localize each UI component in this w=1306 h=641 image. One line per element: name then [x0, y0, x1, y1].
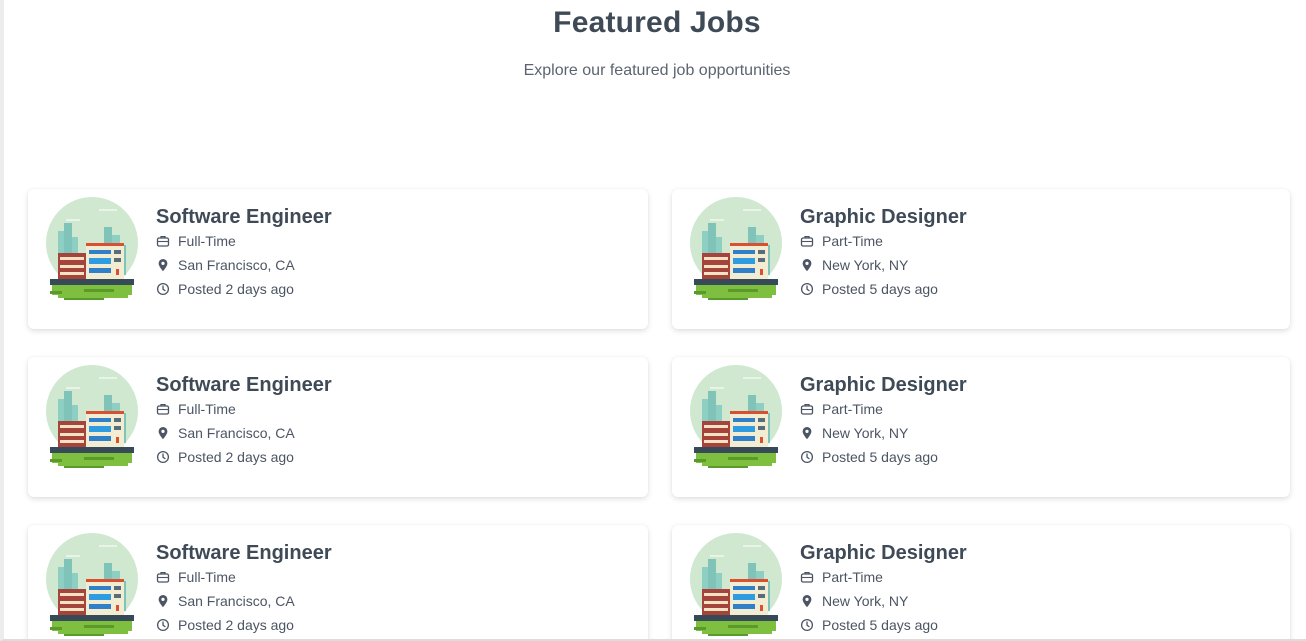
- city-building-illustration: [690, 365, 782, 468]
- job-posted-label: Posted 5 days ago: [822, 281, 938, 297]
- job-title[interactable]: Graphic Designer: [800, 541, 967, 565]
- job-type: Part-Time: [800, 565, 967, 589]
- job-posted: Posted 5 days ago: [800, 277, 967, 301]
- page-subtitle: Explore our featured job opportunities: [523, 62, 791, 79]
- job-card[interactable]: Software Engineer Full-Time San Francisc…: [28, 525, 648, 639]
- job-location: New York, NY: [800, 589, 967, 613]
- briefcase-icon: [800, 235, 814, 247]
- job-type: Full-Time: [156, 565, 332, 589]
- job-posted-label: Posted 5 days ago: [822, 449, 938, 465]
- job-type-label: Part-Time: [822, 233, 883, 249]
- job-type-label: Full-Time: [178, 233, 236, 249]
- job-title[interactable]: Graphic Designer: [800, 205, 967, 229]
- job-card-body: Software Engineer Full-Time San Francisc…: [156, 373, 332, 469]
- job-posted: Posted 2 days ago: [156, 277, 332, 301]
- briefcase-icon: [800, 403, 814, 415]
- job-location: New York, NY: [800, 421, 967, 445]
- city-building-illustration: [690, 533, 782, 636]
- city-building-illustration: [690, 197, 782, 300]
- city-building-illustration: [46, 533, 138, 636]
- clock-icon: [800, 618, 814, 632]
- job-title[interactable]: Graphic Designer: [800, 373, 967, 397]
- job-location: San Francisco, CA: [156, 421, 332, 445]
- page-frame: Featured Jobs Explore our featured job o…: [0, 0, 1306, 641]
- clock-icon: [156, 618, 170, 632]
- job-card[interactable]: Graphic Designer Part-Time New York, NY: [672, 189, 1290, 329]
- city-building-illustration: [46, 197, 138, 300]
- job-location-label: San Francisco, CA: [178, 425, 295, 441]
- clock-icon: [156, 450, 170, 464]
- job-card[interactable]: Graphic Designer Part-Time New York, NY: [672, 525, 1290, 639]
- briefcase-icon: [156, 571, 170, 583]
- job-title[interactable]: Software Engineer: [156, 541, 332, 565]
- clock-icon: [156, 282, 170, 296]
- job-posted-label: Posted 2 days ago: [178, 449, 294, 465]
- clock-icon: [800, 450, 814, 464]
- job-posted: Posted 5 days ago: [800, 445, 967, 469]
- job-location: San Francisco, CA: [156, 253, 332, 277]
- clock-icon: [800, 282, 814, 296]
- job-title[interactable]: Software Engineer: [156, 373, 332, 397]
- job-type-label: Part-Time: [822, 401, 883, 417]
- briefcase-icon: [156, 235, 170, 247]
- job-type: Full-Time: [156, 229, 332, 253]
- job-card-body: Graphic Designer Part-Time New York, NY: [800, 205, 967, 301]
- job-location-label: New York, NY: [822, 593, 909, 609]
- job-posted: Posted 5 days ago: [800, 613, 967, 637]
- job-card-body: Software Engineer Full-Time San Francisc…: [156, 541, 332, 637]
- job-posted: Posted 2 days ago: [156, 613, 332, 637]
- job-card[interactable]: Graphic Designer Part-Time New York, NY: [672, 357, 1290, 497]
- map-pin-icon: [158, 259, 168, 272]
- job-location-label: San Francisco, CA: [178, 593, 295, 609]
- job-location-label: New York, NY: [822, 425, 909, 441]
- job-posted-label: Posted 2 days ago: [178, 617, 294, 633]
- job-card-body: Graphic Designer Part-Time New York, NY: [800, 373, 967, 469]
- page-title: Featured Jobs: [553, 6, 761, 39]
- job-type-label: Part-Time: [822, 569, 883, 585]
- job-grid: Software Engineer Full-Time San Francisc…: [28, 189, 1290, 639]
- job-posted: Posted 2 days ago: [156, 445, 332, 469]
- map-pin-icon: [158, 427, 168, 440]
- job-type-label: Full-Time: [178, 401, 236, 417]
- briefcase-icon: [156, 403, 170, 415]
- job-card-body: Software Engineer Full-Time San Francisc…: [156, 205, 332, 301]
- job-type: Full-Time: [156, 397, 332, 421]
- city-building-illustration: [46, 365, 138, 468]
- briefcase-icon: [800, 571, 814, 583]
- job-location: San Francisco, CA: [156, 589, 332, 613]
- job-location: New York, NY: [800, 253, 967, 277]
- job-type-label: Full-Time: [178, 569, 236, 585]
- job-posted-label: Posted 5 days ago: [822, 617, 938, 633]
- job-card[interactable]: Software Engineer Full-Time San Francisc…: [28, 189, 648, 329]
- job-type: Part-Time: [800, 397, 967, 421]
- job-card[interactable]: Software Engineer Full-Time San Francisc…: [28, 357, 648, 497]
- map-pin-icon: [158, 595, 168, 608]
- job-location-label: New York, NY: [822, 257, 909, 273]
- map-pin-icon: [802, 595, 812, 608]
- map-pin-icon: [802, 259, 812, 272]
- job-location-label: San Francisco, CA: [178, 257, 295, 273]
- job-type: Part-Time: [800, 229, 967, 253]
- job-card-body: Graphic Designer Part-Time New York, NY: [800, 541, 967, 637]
- map-pin-icon: [802, 427, 812, 440]
- job-title[interactable]: Software Engineer: [156, 205, 332, 229]
- job-posted-label: Posted 2 days ago: [178, 281, 294, 297]
